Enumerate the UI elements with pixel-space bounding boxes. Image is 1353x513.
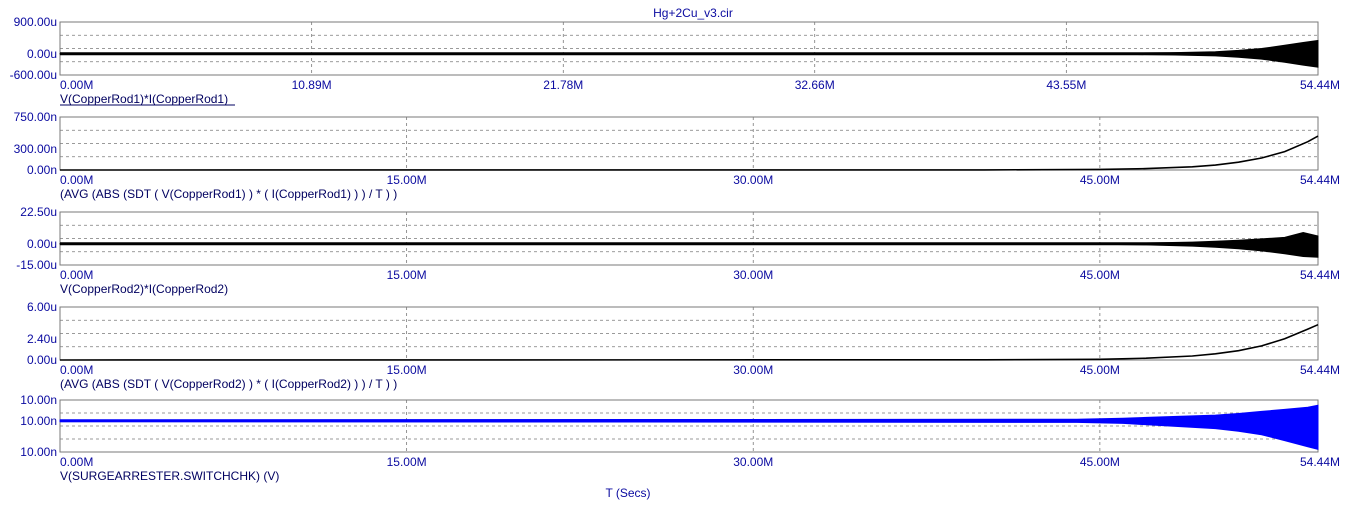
x-tick-label: 30.00M (733, 363, 773, 377)
spice-plot-window: Hg+2Cu_v3.cir T (Secs) 900.00u 0.00u -600.… (0, 0, 1353, 513)
trace-line (59, 135, 1319, 171)
x-tick-label: 30.00M (733, 173, 773, 187)
plot-title: Hg+2Cu_v3.cir (653, 6, 733, 20)
x-axis-label: T (Secs) (605, 486, 650, 500)
y-tick-label: 6.00u (27, 300, 57, 314)
x-tick-label: 15.00M (387, 455, 427, 469)
trace-name-label[interactable]: V(CopperRod1)*I(CopperRod1) (60, 92, 228, 106)
x-tick-label: 30.00M (733, 268, 773, 282)
y-tick-label: 10.00n (20, 414, 57, 428)
x-tick-label: 54.44M (1300, 173, 1340, 187)
y-tick-label: 0.00u (27, 237, 57, 251)
x-tick-label: 0.00M (60, 78, 93, 92)
y-tick-label: -600.00u (10, 68, 57, 82)
y-tick-label: 10.00n (20, 445, 57, 459)
x-tick-label: 54.44M (1300, 78, 1340, 92)
trace-line (59, 323, 1319, 361)
y-tick-label: 300.00n (14, 142, 57, 156)
x-tick-label: 15.00M (387, 268, 427, 282)
plot-panel-3: 22.50u 0.00u -15.00u0.00M 15.00M 30.00M 45.00… (16, 205, 1340, 296)
x-tick-label: 10.89M (292, 78, 332, 92)
y-tick-label: 0.00n (27, 163, 57, 177)
x-tick-label: 21.78M (543, 78, 583, 92)
x-tick-label: 0.00M (60, 363, 93, 377)
x-tick-label: 45.00M (1080, 268, 1120, 282)
x-tick-label: 54.44M (1300, 363, 1340, 377)
y-tick-label: 2.40u (27, 332, 57, 346)
plot-panel-5: 10.00n10.00n10.00n0.00M 15.00M 30.00M 45.00… (20, 393, 1340, 483)
y-tick-label: -15.00u (16, 258, 57, 272)
x-tick-label: 0.00M (60, 268, 93, 282)
y-tick-label: 0.00u (27, 353, 57, 367)
x-tick-label: 0.00M (60, 173, 93, 187)
x-tick-label: 45.00M (1080, 173, 1120, 187)
trace-name-label[interactable]: V(CopperRod2)*I(CopperRod2) (60, 282, 228, 296)
y-tick-label: 10.00n (20, 393, 57, 407)
x-tick-label: 45.00M (1080, 455, 1120, 469)
y-tick-label: 750.00n (14, 110, 57, 124)
x-tick-label: 0.00M (60, 455, 93, 469)
y-tick-label: 900.00u (14, 15, 57, 29)
x-tick-label: 54.44M (1300, 455, 1340, 469)
x-tick-label: 54.44M (1300, 268, 1340, 282)
trace-envelope (59, 404, 1319, 451)
trace-name-label[interactable]: (AVG (ABS (SDT ( V(CopperRod1) ) * ( I(C… (60, 187, 397, 201)
waveform-canvas: Hg+2Cu_v3.cir T (Secs) 900.00u 0.00u -600.… (10, 6, 1340, 500)
trace-name-label[interactable]: (AVG (ABS (SDT ( V(CopperRod2) ) * ( I(C… (60, 377, 397, 391)
x-tick-label: 43.55M (1046, 78, 1086, 92)
plot-panel-4: 6.00u 2.40u 0.00u0.00M 15.00M 30.00M 45.00M 54… (27, 300, 1340, 391)
x-tick-label: 45.00M (1080, 363, 1120, 377)
y-tick-label: 22.50u (20, 205, 57, 219)
plot-panel-1: 900.00u 0.00u -600.00u0.00M 10.89M 21.78M 32.… (10, 15, 1340, 106)
plot-panel-2: 750.00n 300.00n 0.00n0.00M 15.00M 30.00M 45.0… (14, 110, 1340, 201)
x-tick-label: 15.00M (387, 363, 427, 377)
x-tick-label: 15.00M (387, 173, 427, 187)
trace-name-label[interactable]: V(SURGEARRESTER.SWITCHCHK) (V) (60, 469, 279, 483)
x-tick-label: 32.66M (795, 78, 835, 92)
y-tick-label: 0.00u (27, 47, 57, 61)
x-tick-label: 30.00M (733, 455, 773, 469)
